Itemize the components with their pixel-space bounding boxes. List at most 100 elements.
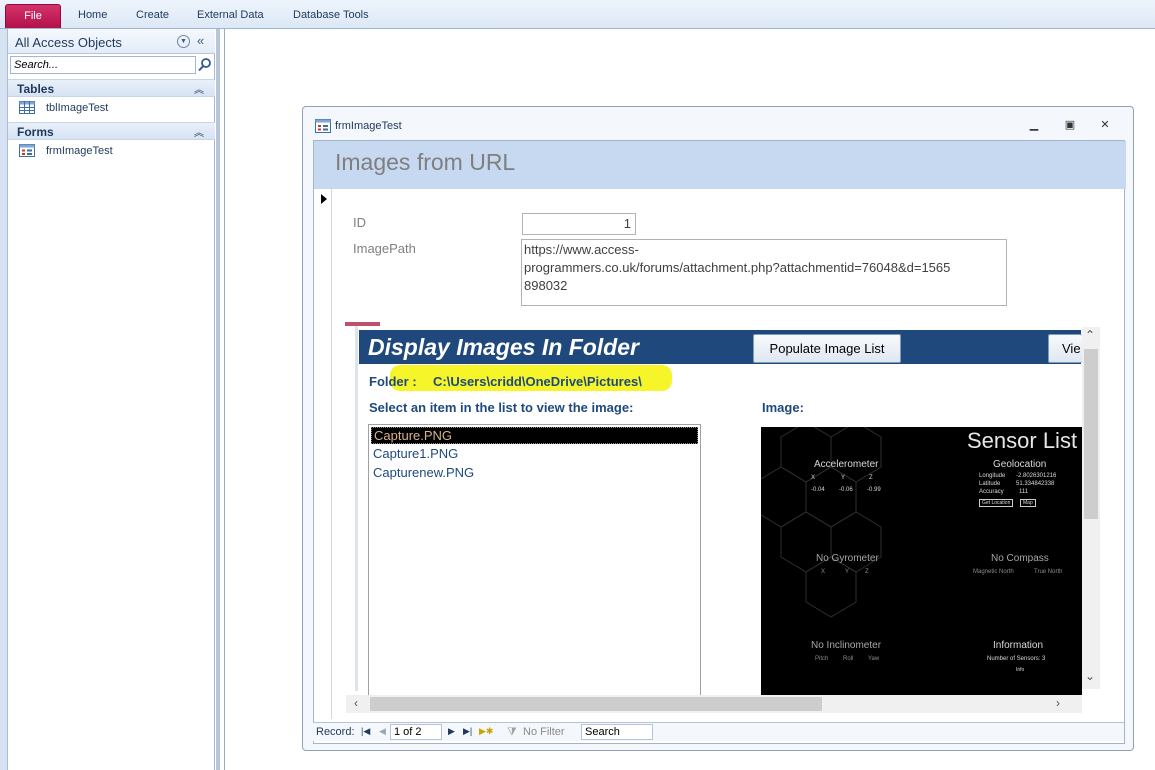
form-window-title: frmImageTest bbox=[335, 120, 402, 132]
compass-sub: Magnetic North bbox=[973, 569, 1014, 575]
subform-vertical-scrollbar[interactable]: ⌃ ⌄ bbox=[1082, 327, 1100, 689]
collapse-group-icon[interactable]: ︽ bbox=[194, 124, 204, 139]
first-record-icon[interactable]: |◀ bbox=[361, 726, 370, 737]
geo-value: -2.8026301216 bbox=[1016, 473, 1057, 479]
minimize-icon[interactable]: ▁ bbox=[1027, 119, 1041, 131]
nav-group-forms[interactable]: Forms ︽ bbox=[8, 122, 215, 140]
collapse-pane-icon[interactable]: « bbox=[197, 33, 204, 48]
incl-sub: Pitch bbox=[815, 656, 829, 662]
form-header-title: Images from URL bbox=[335, 149, 516, 175]
num-sensors: Number of Sensors: 3 bbox=[987, 656, 1046, 662]
table-icon bbox=[19, 101, 35, 114]
subform-horizontal-scrollbar[interactable]: ‹ › bbox=[346, 695, 1082, 713]
incl-sub: Yaw bbox=[868, 656, 880, 662]
image-file-list[interactable]: Capture.PNG Capture1.PNG Capturenew.PNG bbox=[368, 424, 701, 698]
scroll-up-icon[interactable]: ⌃ bbox=[1085, 328, 1095, 342]
nav-group-tables[interactable]: Tables ︽ bbox=[8, 79, 215, 97]
image-preview: Sensor List Accelerometer X Y Z -0.04 -0… bbox=[761, 427, 1082, 697]
accel-value: -0.06 bbox=[839, 487, 853, 493]
id-label: ID bbox=[353, 215, 366, 230]
geo-value: 51.334842338 bbox=[1016, 481, 1055, 487]
list-item[interactable]: Capture1.PNG bbox=[371, 446, 698, 463]
subform-title: Display Images In Folder bbox=[368, 334, 639, 360]
axis-z: Z bbox=[869, 475, 873, 481]
form-header: Images from URL bbox=[314, 141, 1126, 189]
nav-search-input[interactable]: Search... bbox=[10, 56, 196, 74]
navigation-pane: All Access Objects ▼ « Search... Tables … bbox=[8, 29, 215, 770]
search-icon[interactable] bbox=[197, 57, 213, 73]
new-record-icon[interactable]: ▶✱ bbox=[479, 726, 493, 737]
image-label: Image: bbox=[762, 400, 804, 415]
tab-database-tools[interactable]: Database Tools bbox=[293, 9, 369, 21]
imagepath-line: 898032 bbox=[524, 278, 568, 293]
tab-home[interactable]: Home bbox=[78, 9, 107, 21]
subform-edge bbox=[355, 326, 358, 691]
nav-group-label: Forms bbox=[17, 125, 54, 139]
record-position-input[interactable]: 1 of 2 bbox=[390, 724, 442, 740]
geo-key: Accuracy bbox=[979, 489, 1004, 495]
nav-group-label: Tables bbox=[17, 82, 55, 96]
imagepath-line: https://www.access- bbox=[524, 242, 639, 257]
last-record-icon[interactable]: ▶| bbox=[463, 726, 472, 737]
imagepath-line: programmers.co.uk/forums/attachment.php?… bbox=[524, 260, 951, 275]
gyro-axis: Z bbox=[865, 569, 869, 575]
chevron-down-icon[interactable]: ▼ bbox=[177, 35, 190, 48]
filter-icon: ⧩ bbox=[507, 726, 517, 738]
sensor-list-heading: Sensor List bbox=[967, 428, 1078, 453]
geolocation-title: Geolocation bbox=[993, 459, 1047, 470]
populate-image-list-button[interactable]: Populate Image List bbox=[753, 334, 901, 363]
ribbon-tabs: File Home Create External Data Database … bbox=[0, 0, 1155, 29]
axis-x: X bbox=[811, 475, 816, 481]
compass-sub: True North bbox=[1034, 569, 1063, 575]
form-icon bbox=[315, 119, 331, 133]
next-record-icon[interactable]: ▶ bbox=[448, 726, 455, 737]
list-item[interactable]: Capturenew.PNG bbox=[371, 465, 698, 482]
axis-y: Y bbox=[841, 475, 846, 481]
geo-value: 111 bbox=[1019, 489, 1029, 495]
record-search-input[interactable]: Search bbox=[581, 724, 653, 740]
scroll-right-icon[interactable]: › bbox=[1056, 696, 1060, 710]
subform-header: Display Images In Folder bbox=[359, 330, 1081, 364]
no-compass: No Compass bbox=[991, 553, 1049, 564]
scrollbar-thumb[interactable] bbox=[370, 697, 822, 711]
id-field[interactable]: 1 bbox=[522, 213, 636, 235]
nav-item-label: tblImageTest bbox=[46, 102, 109, 114]
imagepath-label: ImagePath bbox=[353, 241, 416, 256]
nav-item-tblimagetest[interactable]: tblImageTest bbox=[8, 99, 215, 117]
scroll-down-icon[interactable]: ⌄ bbox=[1085, 669, 1095, 683]
scroll-left-icon[interactable]: ‹ bbox=[354, 696, 358, 710]
collapse-group-icon[interactable]: ︽ bbox=[194, 81, 204, 96]
nav-item-frmimagetest[interactable]: frmImageTest bbox=[8, 142, 215, 160]
scrollbar-thumb[interactable] bbox=[1084, 349, 1098, 519]
close-icon[interactable]: ✕ bbox=[1098, 119, 1112, 131]
tab-file[interactable]: File bbox=[5, 4, 61, 28]
no-filter-button[interactable]: No Filter bbox=[523, 726, 565, 738]
accel-value: -0.99 bbox=[867, 487, 881, 493]
folder-label: Folder : bbox=[369, 374, 417, 389]
geo-key: Longitude bbox=[979, 473, 1006, 479]
tab-external-data[interactable]: External Data bbox=[197, 9, 264, 21]
imagepath-field[interactable]: https://www.access- programmers.co.uk/fo… bbox=[521, 239, 1007, 306]
folder-path: C:\Users\cridd\OneDrive\Pictures\ bbox=[433, 374, 642, 389]
tab-create[interactable]: Create bbox=[136, 9, 169, 21]
record-selector[interactable] bbox=[314, 189, 332, 719]
no-gyrometer: No Gyrometer bbox=[816, 553, 879, 564]
accelerometer-title: Accelerometer bbox=[814, 459, 879, 470]
nav-pane-title[interactable]: All Access Objects bbox=[15, 35, 122, 50]
list-prompt: Select an item in the list to view the i… bbox=[369, 400, 634, 415]
nav-item-label: frmImageTest bbox=[46, 145, 113, 157]
list-item[interactable]: Capture.PNG bbox=[371, 427, 698, 444]
information-title: Information bbox=[993, 640, 1044, 651]
prev-record-icon[interactable]: ◀ bbox=[379, 726, 386, 737]
view-button[interactable]: Vie bbox=[1048, 334, 1082, 363]
current-record-arrow-icon bbox=[321, 194, 327, 204]
record-label: Record: bbox=[316, 726, 355, 738]
geo-key: Latitude bbox=[979, 481, 1001, 487]
form-icon bbox=[19, 144, 35, 157]
restore-icon[interactable]: ▣ bbox=[1063, 119, 1077, 131]
record-navigation-bar: Record: |◀ ◀ 1 of 2 ▶ ▶| ▶✱ ⧩ No Filter … bbox=[313, 722, 1124, 741]
get-location-button: Get Location bbox=[979, 499, 1014, 507]
window-edge bbox=[0, 29, 8, 770]
accel-value: -0.04 bbox=[811, 487, 825, 493]
gyro-axis: X bbox=[821, 569, 826, 575]
